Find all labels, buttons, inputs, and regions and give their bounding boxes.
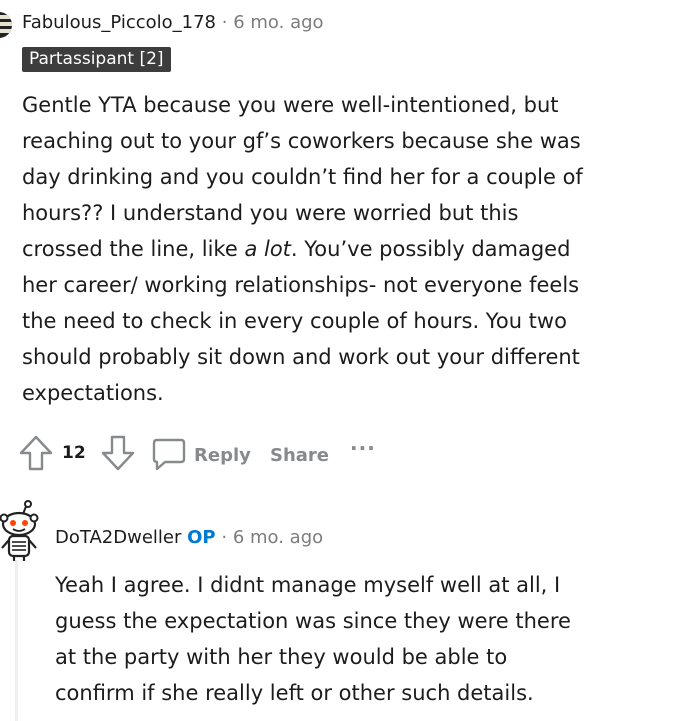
reply-line: Yeah I agree. I didnt manage myself well… (55, 573, 561, 597)
username-link[interactable]: Fabulous_Piccolo_178 (22, 12, 216, 33)
thread-line[interactable] (15, 560, 18, 721)
op-badge: OP (187, 527, 216, 548)
comment-line: her career/ working relationships- not e… (22, 273, 580, 297)
reply-line: confirm if she really left or other such… (55, 681, 534, 705)
comment-line: hours?? I understand you were worried bu… (22, 201, 519, 225)
vote-count: 12 (62, 443, 86, 463)
comment-line: should probably sit down and work out yo… (22, 345, 580, 369)
reply-body: Yeah I agree. I didnt manage myself well… (55, 567, 695, 711)
timestamp[interactable]: 6 mo. ago (233, 12, 323, 33)
user-avatar[interactable] (0, 500, 42, 562)
comment-line: day drinking and you couldn’t find her f… (22, 165, 583, 189)
comment-actions: 12 Reply Share ··· (18, 434, 678, 474)
reply-button[interactable]: Reply (194, 445, 251, 466)
username-link[interactable]: DoTA2Dweller (55, 527, 181, 548)
comment-line: reaching out to your gf’s coworkers beca… (22, 129, 581, 153)
emphasis-text: a lot (244, 237, 291, 261)
separator: · (221, 527, 228, 548)
line-text: . You’ve possibly damaged (290, 237, 571, 261)
line-text: crossed the line, like (22, 237, 245, 261)
comment-line: expectations. (22, 381, 164, 405)
upvote-icon[interactable] (18, 434, 54, 472)
reply-header: DoTA2Dweller OP · 6 mo. ago (55, 527, 323, 548)
separator: · (221, 12, 228, 33)
timestamp[interactable]: 6 mo. ago (233, 527, 323, 548)
downvote-icon[interactable] (100, 434, 136, 472)
comment-line: Gentle YTA because you were well-intenti… (22, 93, 559, 117)
comment-line: crossed the line, like a lot. You’ve pos… (22, 231, 692, 267)
comment-body: Gentle YTA because you were well-intenti… (22, 87, 692, 411)
comment-header: Fabulous_Piccolo_178 · 6 mo. ago (22, 12, 324, 33)
comment-bubble-icon[interactable] (151, 437, 187, 471)
user-flair: Partassipant [2] (22, 47, 171, 72)
user-avatar[interactable] (0, 12, 12, 38)
more-icon[interactable]: ··· (350, 436, 376, 460)
share-button[interactable]: Share (270, 445, 329, 466)
reply-line: at the party with her they would be able… (55, 645, 508, 669)
reply-line: guess the expectation was since they wer… (55, 609, 571, 633)
comment-line: the need to check in every couple of hou… (22, 309, 567, 333)
